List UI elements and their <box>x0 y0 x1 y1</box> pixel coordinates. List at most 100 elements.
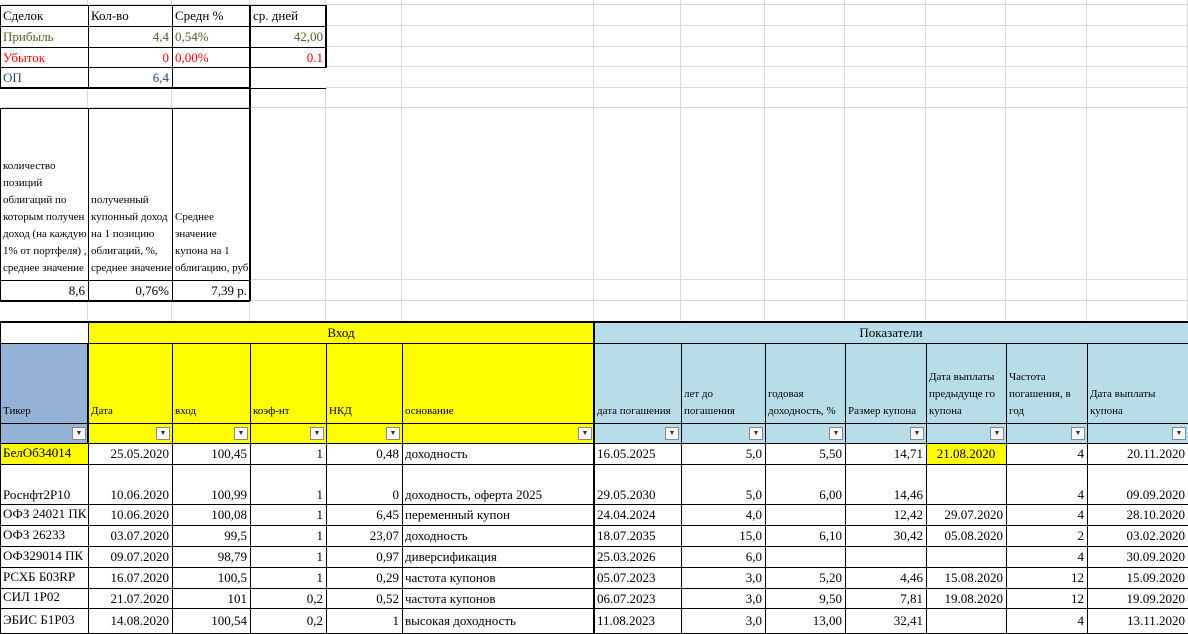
grid-cell[interactable] <box>326 301 402 322</box>
grid-cell[interactable] <box>845 67 926 88</box>
grid-cell[interactable] <box>0 301 88 322</box>
table-cell-nkd[interactable]: 0,97 <box>326 546 402 567</box>
grid-cell[interactable] <box>326 88 402 108</box>
grid-cell[interactable] <box>1087 88 1188 108</box>
grid-cell[interactable] <box>765 47 845 67</box>
grid-cell[interactable] <box>765 301 845 322</box>
filter-dropdown-icon[interactable]: ▼ <box>1071 426 1085 440</box>
grid-cell[interactable] <box>1087 26 1188 47</box>
table-cell-date[interactable]: 10.06.2020 <box>88 464 172 504</box>
table-cell-yield[interactable]: 6,00 <box>765 464 845 504</box>
summary-value[interactable]: 42,00 <box>250 26 326 47</box>
table-cell-prev[interactable] <box>926 546 1006 567</box>
table-cell-coef[interactable]: 0,2 <box>250 588 326 608</box>
grid-cell[interactable] <box>594 47 681 67</box>
grid-cell[interactable] <box>1087 47 1188 67</box>
grid-cell[interactable] <box>926 5 1006 26</box>
table-cell-next[interactable]: 09.09.2020 <box>1087 464 1188 504</box>
table-cell-maturity[interactable]: 06.07.2023 <box>594 588 681 608</box>
grid-cell[interactable] <box>681 88 765 108</box>
filter-cell[interactable]: ▼ <box>1006 423 1087 443</box>
table-cell-prev[interactable] <box>926 464 1006 504</box>
table-cell-nkd[interactable]: 0,29 <box>326 567 402 588</box>
table-cell-ticker[interactable]: ОФЗ 26233 <box>0 525 88 546</box>
stats-value[interactable]: 7,39 р. <box>172 280 250 301</box>
column-header[interactable]: Частота погашения, в год <box>1006 343 1087 423</box>
table-cell-date[interactable]: 09.07.2020 <box>88 546 172 567</box>
table-cell-years[interactable]: 5,0 <box>681 464 765 504</box>
grid-cell[interactable] <box>765 88 845 108</box>
grid-cell[interactable] <box>1006 108 1087 280</box>
grid-cell[interactable] <box>681 5 765 26</box>
table-cell-coupon[interactable]: 14,46 <box>845 464 926 504</box>
column-header[interactable]: коэф-нт <box>250 343 326 423</box>
grid-cell[interactable] <box>594 301 681 322</box>
grid-cell[interactable] <box>926 301 1006 322</box>
table-cell-maturity[interactable]: 25.03.2026 <box>594 546 681 567</box>
table-cell-years[interactable]: 6,0 <box>681 546 765 567</box>
table-cell-nkd[interactable]: 0,52 <box>326 588 402 608</box>
table-cell-coupon[interactable]: 32,41 <box>845 608 926 633</box>
grid-cell[interactable] <box>1006 5 1087 26</box>
table-cell-nkd[interactable]: 1 <box>326 608 402 633</box>
grid-cell[interactable] <box>926 26 1006 47</box>
filter-cell[interactable]: ▼ <box>1087 423 1188 443</box>
grid-cell[interactable] <box>765 108 845 280</box>
grid-cell[interactable] <box>845 47 926 67</box>
grid-cell[interactable] <box>594 108 681 280</box>
table-cell-next[interactable]: 20.11.2020 <box>1087 443 1188 464</box>
grid-cell[interactable] <box>845 301 926 322</box>
table-cell-coef[interactable]: 1 <box>250 567 326 588</box>
filter-cell[interactable]: ▼ <box>0 423 88 443</box>
table-cell-years[interactable]: 15,0 <box>681 525 765 546</box>
grid-cell[interactable] <box>402 280 594 301</box>
table-cell-reason[interactable]: доходность <box>402 525 594 546</box>
grid-cell[interactable] <box>594 88 681 108</box>
column-header[interactable]: Дата выплаты предыдуще го купона <box>926 343 1006 423</box>
filter-cell[interactable]: ▼ <box>765 423 845 443</box>
table-cell-freq[interactable]: 4 <box>1006 608 1087 633</box>
table-cell-coef[interactable]: 0,2 <box>250 608 326 633</box>
grid-cell[interactable] <box>1006 88 1087 108</box>
table-cell-years[interactable]: 3,0 <box>681 588 765 608</box>
grid-cell[interactable] <box>326 108 402 280</box>
filter-dropdown-icon[interactable]: ▼ <box>990 426 1004 440</box>
table-cell-prev[interactable]: 05.08.2020 <box>926 525 1006 546</box>
filter-dropdown-icon[interactable]: ▼ <box>1172 426 1186 440</box>
filter-dropdown-icon[interactable]: ▼ <box>234 426 248 440</box>
filter-dropdown-icon[interactable]: ▼ <box>156 426 170 440</box>
summary-label[interactable]: Убыток <box>0 47 88 67</box>
grid-cell[interactable] <box>681 301 765 322</box>
table-cell-coef[interactable]: 1 <box>250 504 326 525</box>
table-cell-next[interactable]: 13.11.2020 <box>1087 608 1188 633</box>
grid-cell[interactable] <box>765 67 845 88</box>
grid-cell[interactable] <box>402 88 594 108</box>
table-cell-nkd[interactable]: 0,48 <box>326 443 402 464</box>
summary-header[interactable]: ср. дней <box>250 5 326 26</box>
table-cell-entry[interactable]: 100,99 <box>172 464 250 504</box>
table-cell-reason[interactable]: переменный купон <box>402 504 594 525</box>
grid-cell[interactable] <box>1006 26 1087 47</box>
table-cell-yield[interactable] <box>765 504 845 525</box>
grid-cell[interactable] <box>172 88 250 108</box>
table-cell-nkd[interactable]: 23,07 <box>326 525 402 546</box>
grid-cell[interactable] <box>402 67 594 88</box>
filter-cell[interactable]: ▼ <box>88 423 172 443</box>
grid-cell[interactable] <box>402 301 594 322</box>
table-cell-entry[interactable]: 99,5 <box>172 525 250 546</box>
grid-cell[interactable] <box>326 26 402 47</box>
grid-cell[interactable] <box>250 108 326 280</box>
table-cell-entry[interactable]: 100,5 <box>172 567 250 588</box>
grid-cell[interactable] <box>1087 5 1188 26</box>
grid-cell[interactable] <box>765 280 845 301</box>
filter-dropdown-icon[interactable]: ▼ <box>386 426 400 440</box>
grid-cell[interactable] <box>402 47 594 67</box>
stats-header[interactable]: полученный купонный доход на 1 позицию о… <box>88 108 172 280</box>
table-cell-maturity[interactable]: 24.04.2024 <box>594 504 681 525</box>
table-cell-years[interactable]: 3,0 <box>681 567 765 588</box>
stats-value[interactable]: 0,76% <box>88 280 172 301</box>
grid-cell[interactable] <box>926 67 1006 88</box>
table-cell-reason[interactable]: частота купонов <box>402 588 594 608</box>
table-cell-next[interactable]: 03.02.2020 <box>1087 525 1188 546</box>
filter-dropdown-icon[interactable]: ▼ <box>578 426 592 440</box>
